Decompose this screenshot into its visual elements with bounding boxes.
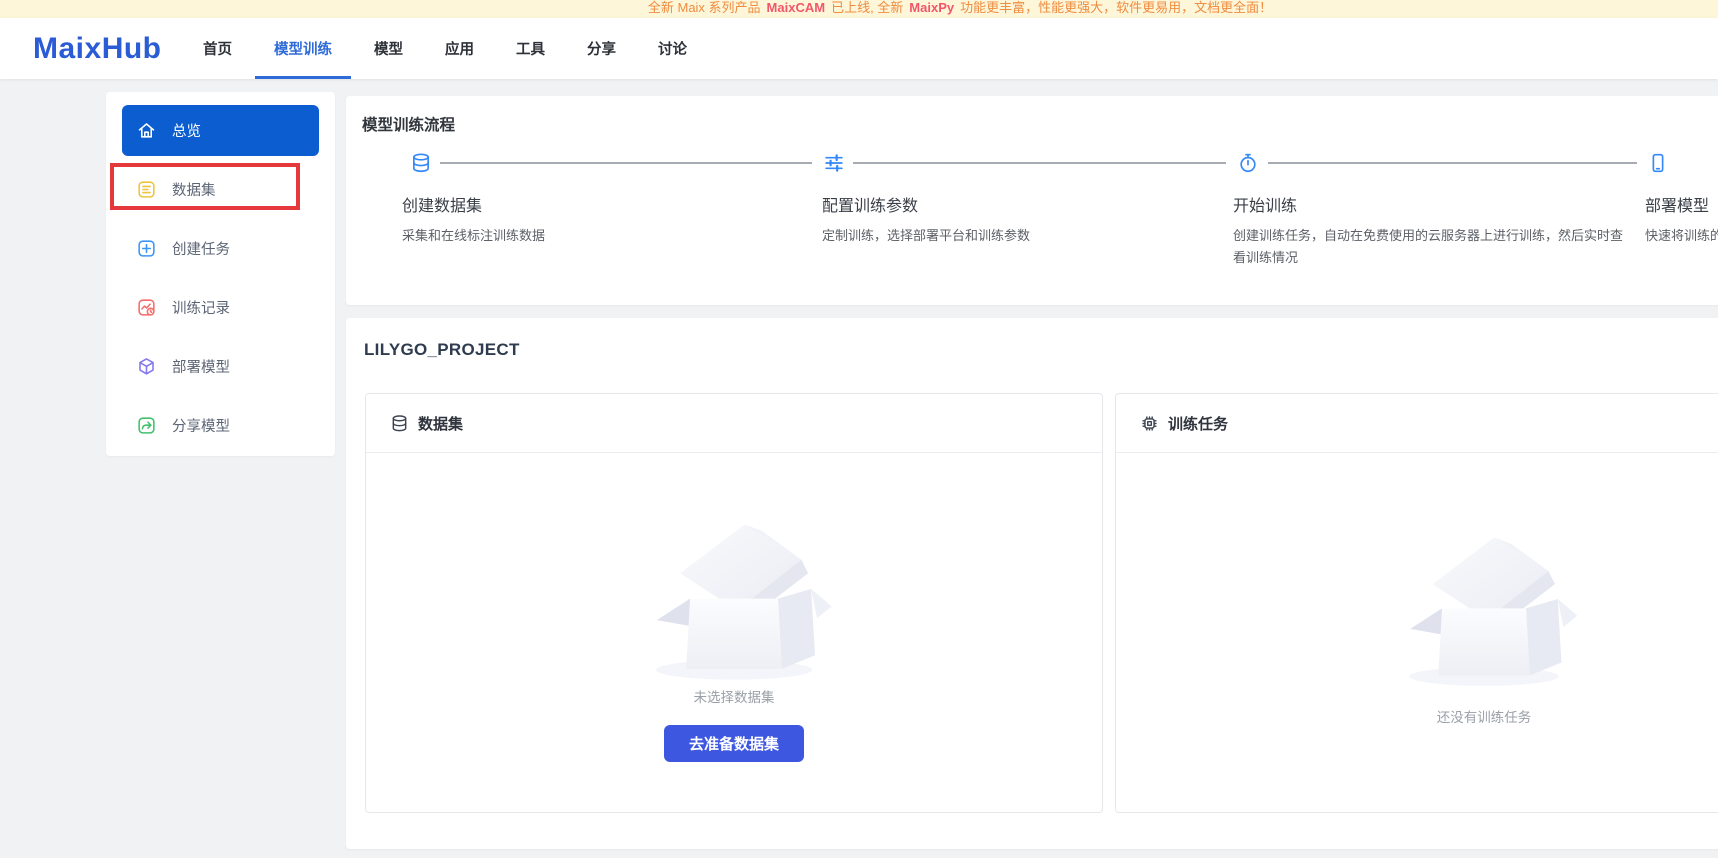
sidebar-item-label: 创建任务 xyxy=(172,242,230,258)
sidebar-item-dataset[interactable]: 数据集 xyxy=(122,164,319,215)
step-desc: 采集和在线标注训练数据 xyxy=(402,228,546,243)
sidebar-item-label: 总览 xyxy=(172,124,201,140)
phone-icon xyxy=(1647,152,1669,174)
step-desc: 快速将训练的模 xyxy=(1645,228,1718,243)
step-title: 创建数据集 xyxy=(402,198,483,215)
flow-connector-line xyxy=(440,162,812,164)
step-desc: 创建训练任务，自动在免费使用的云服务器上进行训练，然后实时查看训练情况 xyxy=(1233,228,1624,265)
banner-product-maixpy: MaixPy xyxy=(909,0,955,15)
home-icon xyxy=(136,120,157,141)
project-title: LILYGO_PROJECT xyxy=(364,340,520,359)
sidebar: 总览 数据集 创建任务 训练记录 部署模型 分享模型 xyxy=(106,92,335,456)
sidebar-item-training-records[interactable]: 训练记录 xyxy=(122,282,319,333)
dataset-card: 数据集 未选择数据集 去准备数据集 xyxy=(365,393,1103,813)
banner-product-maixcam: MaixCAM xyxy=(766,0,826,15)
sidebar-item-label: 训练记录 xyxy=(172,301,230,317)
sidebar-item-deploy-model[interactable]: 部署模型 xyxy=(122,341,319,392)
empty-box-illustration xyxy=(655,524,832,680)
step-title: 配置训练参数 xyxy=(822,198,919,215)
main-nav: 首页 模型训练 模型 应用 工具 分享 讨论 xyxy=(203,18,687,79)
dataset-card-header: 数据集 xyxy=(366,394,1102,453)
plus-square-icon xyxy=(136,238,157,259)
sidebar-item-overview[interactable]: 总览 xyxy=(122,105,319,156)
sidebar-item-label: 数据集 xyxy=(172,183,216,199)
chip-icon xyxy=(1142,415,1157,431)
nav-item-discuss[interactable]: 讨论 xyxy=(658,18,687,79)
step-title: 开始训练 xyxy=(1233,198,1298,215)
database-icon xyxy=(410,152,432,174)
flow-connector-line xyxy=(853,162,1226,164)
step-desc: 定制训练，选择部署平台和训练参数 xyxy=(822,228,1031,243)
dataset-empty-text: 未选择数据集 xyxy=(693,690,775,705)
task-card-header: 训练任务 xyxy=(1116,394,1718,453)
training-flow-panel: 模型训练流程 创建数据集 配置训练参数 开始训练 部署模型 采集和在线标注训练数… xyxy=(346,96,1718,305)
banner-prefix: 全新 Maix 系列产品 xyxy=(647,0,761,15)
dataset-list-icon xyxy=(136,179,157,200)
nav-item-share[interactable]: 分享 xyxy=(587,18,616,79)
sidebar-item-label: 部署模型 xyxy=(172,360,230,376)
task-empty-text: 还没有训练任务 xyxy=(1436,710,1532,725)
dataset-card-body: 未选择数据集 去准备数据集 xyxy=(366,453,1102,812)
prepare-dataset-button[interactable]: 去准备数据集 xyxy=(664,725,804,762)
empty-box-illustration xyxy=(1409,537,1578,686)
database-icon xyxy=(392,414,407,431)
timer-icon xyxy=(1237,152,1259,174)
nav-item-models[interactable]: 模型 xyxy=(374,18,403,79)
nav-item-model-training[interactable]: 模型训练 xyxy=(255,18,351,79)
step-title: 部署模型 xyxy=(1645,198,1710,215)
cube-icon xyxy=(136,356,157,377)
flow-connector-line xyxy=(1268,162,1637,164)
project-panel: LILYGO_PROJECT 数据集 未选择数据集 去准备数据集 训练任务 还没… xyxy=(346,318,1718,849)
training-task-card: 训练任务 还没有训练任务 xyxy=(1115,393,1718,813)
maixhub-logo[interactable]: MaixHub xyxy=(33,18,162,79)
nav-item-home[interactable]: 首页 xyxy=(203,18,232,79)
banner-middle: 已上线, 全新 xyxy=(831,0,904,15)
flow-panel-title: 模型训练流程 xyxy=(362,117,456,134)
share-arrow-icon xyxy=(136,415,157,436)
task-card-title: 训练任务 xyxy=(1168,415,1229,433)
training-records-icon xyxy=(136,297,157,318)
maixhub-page: 全新 Maix 系列产品 MaixCAM 已上线, 全新 MaixPy 功能更丰富，性能… xyxy=(0,0,1718,858)
banner-suffix: 功能更丰富，性能更强大，软件更易用，文档更全面！ xyxy=(960,0,1273,15)
top-header: MaixHub 首页 模型训练 模型 应用 工具 分享 讨论 xyxy=(0,18,1718,79)
dataset-card-title: 数据集 xyxy=(418,415,464,433)
announcement-banner: 全新 Maix 系列产品 MaixCAM 已上线, 全新 MaixPy 功能更丰富，性能… xyxy=(0,0,1718,18)
sidebar-item-label: 分享模型 xyxy=(172,419,230,435)
task-card-body: 还没有训练任务 xyxy=(1116,453,1718,812)
nav-item-tools[interactable]: 工具 xyxy=(516,18,545,79)
sliders-icon xyxy=(823,152,845,174)
sidebar-item-share-model[interactable]: 分享模型 xyxy=(122,400,319,451)
nav-item-apps[interactable]: 应用 xyxy=(445,18,474,79)
announcement-text: 全新 Maix 系列产品 MaixCAM 已上线, 全新 MaixPy 功能更丰富，性能… xyxy=(0,0,1718,16)
sidebar-item-create-task[interactable]: 创建任务 xyxy=(122,223,319,274)
